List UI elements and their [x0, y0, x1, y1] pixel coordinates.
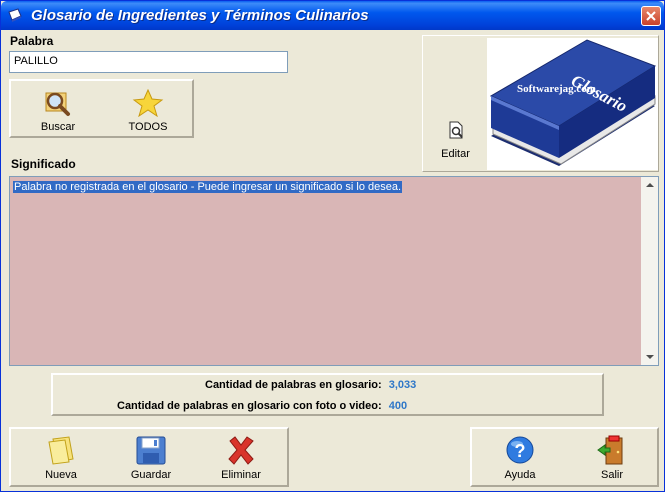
close-button[interactable] — [641, 6, 661, 26]
meaning-scrollbar[interactable] — [641, 177, 658, 365]
close-icon — [646, 11, 656, 21]
search-buttons-panel: Buscar TODOS — [9, 79, 194, 138]
save-button-label: Guardar — [130, 469, 172, 481]
main-window: Glosario de Ingredientes y Términos Culi… — [0, 0, 665, 492]
help-question-icon: ? — [506, 436, 534, 464]
stats-panel: Cantidad de palabras en glosario: 3,033 … — [51, 373, 604, 416]
delete-button-label: Eliminar — [221, 469, 261, 481]
star-icon — [132, 89, 164, 117]
word-count-label: Cantidad de palabras en glosario: — [205, 379, 382, 391]
scroll-up-arrow-icon[interactable] — [646, 183, 654, 187]
logo-brand-text: Softwarejag.com — [517, 83, 596, 95]
save-button[interactable]: Guardar — [121, 435, 181, 481]
search-button-label: Buscar — [40, 121, 76, 133]
app-actions-panel: ? Ayuda Salir — [470, 427, 659, 487]
photo-count-label: Cantidad de palabras en glosario con fot… — [117, 400, 382, 412]
word-label: Palabra — [10, 34, 54, 48]
photo-count-row: Cantidad de palabras en glosario con fot… — [117, 400, 407, 412]
new-document-icon — [48, 436, 74, 465]
all-button-label: TODOS — [128, 121, 168, 133]
edit-actions-panel: Nueva Guardar Eliminar — [9, 427, 289, 487]
glossary-logo: Glosario Softwarejag.com — [487, 38, 658, 170]
edit-button[interactable]: Editar — [433, 121, 478, 160]
edit-document-icon — [449, 121, 463, 139]
photo-count-value: 400 — [388, 400, 408, 412]
app-book-icon — [8, 8, 22, 22]
floppy-disk-icon — [136, 436, 166, 465]
word-count-value: 3,033 — [388, 379, 417, 391]
all-button[interactable]: TODOS — [119, 89, 177, 133]
meaning-text: Palabra no registrada en el glosario - P… — [13, 181, 403, 193]
svg-text:?: ? — [515, 441, 526, 461]
exit-button[interactable]: Salir — [582, 435, 642, 481]
meaning-textarea[interactable]: Palabra no registrada en el glosario - P… — [9, 176, 659, 366]
delete-x-icon — [228, 436, 254, 465]
search-icon — [45, 92, 70, 116]
new-button[interactable]: Nueva — [31, 435, 91, 481]
meaning-label: Significado — [11, 157, 76, 171]
word-count-row: Cantidad de palabras en glosario: 3,033 — [205, 379, 416, 391]
delete-button[interactable]: Eliminar — [211, 435, 271, 481]
search-button[interactable]: Buscar — [29, 89, 87, 133]
help-button-label: Ayuda — [504, 469, 536, 481]
edit-button-label: Editar — [441, 148, 470, 160]
word-input[interactable]: PALILLO — [9, 51, 288, 73]
book-illustration: Glosario Softwarejag.com — [489, 39, 657, 166]
title-bar[interactable]: Glosario de Ingredientes y Términos Culi… — [1, 1, 664, 30]
new-button-label: Nueva — [45, 469, 77, 481]
exit-button-label: Salir — [600, 469, 623, 481]
window-title: Glosario de Ingredientes y Términos Culi… — [31, 7, 369, 24]
scroll-down-arrow-icon[interactable] — [646, 355, 654, 359]
help-button[interactable]: ? Ayuda — [490, 435, 550, 481]
exit-door-icon — [597, 435, 623, 465]
